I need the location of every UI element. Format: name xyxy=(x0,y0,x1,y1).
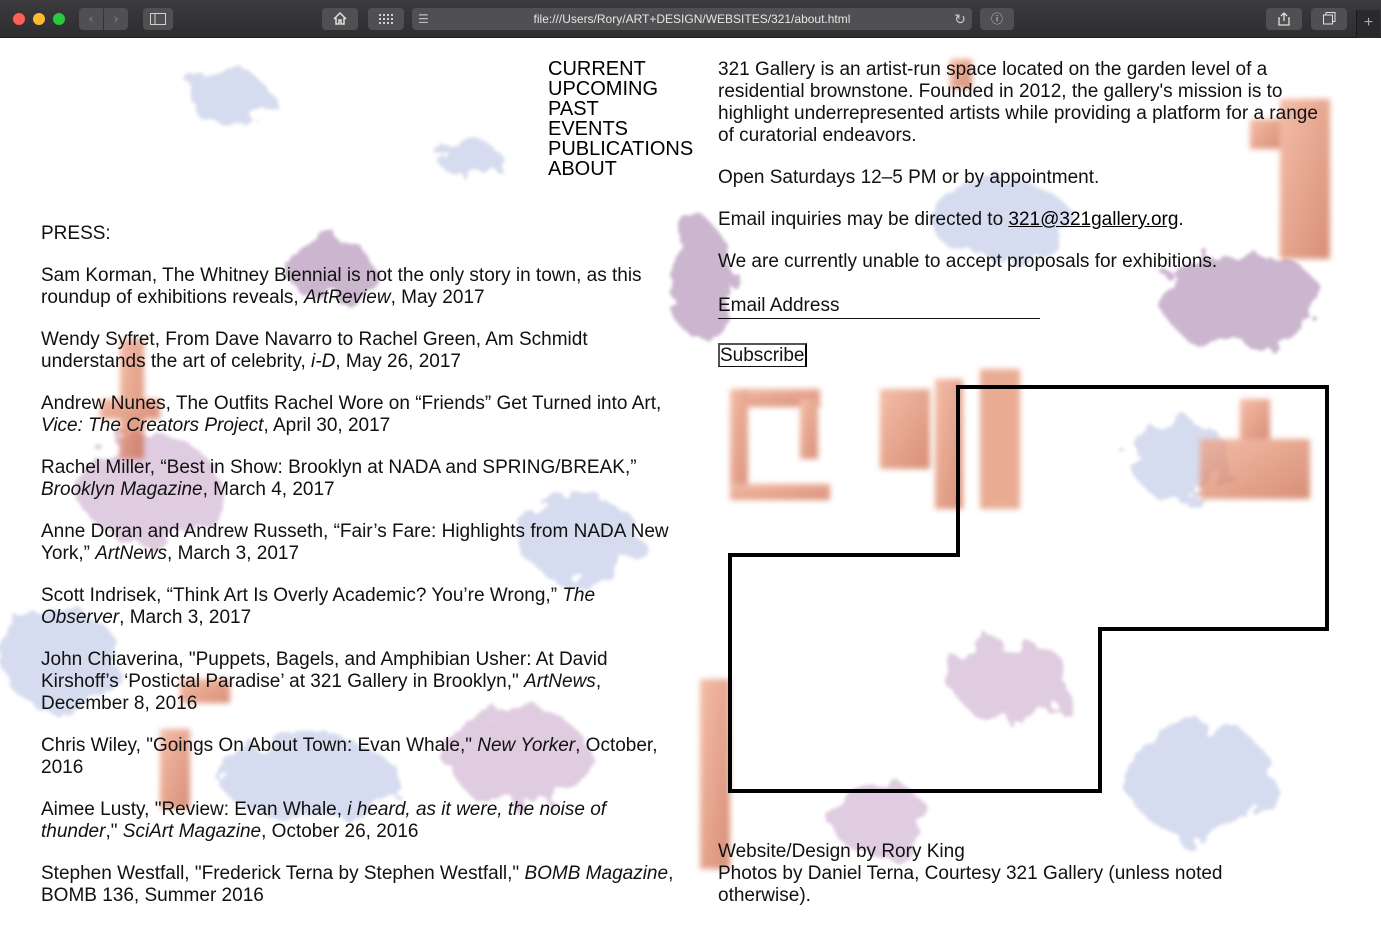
press-item[interactable]: Sam Korman, The Whitney Biennial is not … xyxy=(41,265,681,309)
press-item-text: Scott Indrisek, “Think Art Is Overly Aca… xyxy=(41,585,563,606)
home-icon xyxy=(333,11,347,25)
press-item-publication: ArtNews xyxy=(524,671,596,692)
photo-credit: Photos by Daniel Terna, Courtesy 321 Gal… xyxy=(718,863,1223,906)
press-item-text: Stephen Westfall, "Frederick Terna by St… xyxy=(41,863,525,884)
press-item[interactable]: Scott Indrisek, “Think Art Is Overly Aca… xyxy=(41,585,681,629)
share-icon xyxy=(1278,12,1290,26)
press-item-text: ," xyxy=(105,821,123,842)
press-item-publication: ArtReview xyxy=(304,287,391,308)
proposals-notice: We are currently unable to accept propos… xyxy=(718,251,1218,272)
press-item-date: , May 26, 2017 xyxy=(335,351,462,372)
nav-link-events[interactable]: EVENTS xyxy=(548,119,693,139)
address-bar[interactable]: ☰ file:///Users/Rory/ART+DESIGN/WEBSITES… xyxy=(412,8,972,30)
press-item[interactable]: Chris Wiley, "Goings On About Town: Evan… xyxy=(41,735,681,779)
share-button[interactable] xyxy=(1266,8,1302,30)
newsletter-form xyxy=(718,295,1040,319)
press-item[interactable]: Andrew Nunes, The Outfits Rachel Wore on… xyxy=(41,393,681,437)
press-item-date: , March 3, 2017 xyxy=(167,543,300,564)
press-item-date: , March 4, 2017 xyxy=(202,479,335,500)
email-inquiries: Email inquiries may be directed to 321@3… xyxy=(718,209,1328,231)
press-item-date: , March 3, 2017 xyxy=(119,607,252,628)
page-content: CURRENT UPCOMING PAST EVENTS PUBLICATION… xyxy=(0,39,1381,926)
nav-link-past[interactable]: PAST xyxy=(548,99,693,119)
forward-button[interactable]: › xyxy=(104,8,128,30)
show-tabs-button[interactable] xyxy=(1311,8,1347,30)
press-item-text: Chris Wiley, "Goings On About Town: Evan… xyxy=(41,735,478,756)
chevron-left-icon: ‹ xyxy=(88,12,94,26)
subscribe-button[interactable]: Subscribe xyxy=(718,343,807,367)
press-item-publication: BOMB Magazine xyxy=(524,863,669,884)
nav-link-about[interactable]: ABOUT xyxy=(548,159,693,179)
press-item-publication: Vice: The Creators Project xyxy=(41,415,264,436)
info-button[interactable]: ⓘ xyxy=(980,8,1014,30)
zoom-window-button[interactable] xyxy=(53,13,65,25)
sidebar-icon xyxy=(150,13,166,25)
press-item-publication: ArtNews xyxy=(95,543,168,564)
url-text: file:///Users/Rory/ART+DESIGN/WEBSITES/3… xyxy=(533,12,851,26)
press-item-publication: i-D xyxy=(311,351,336,372)
press-item-date: , May 2017 xyxy=(390,287,485,308)
minimize-window-button[interactable] xyxy=(33,13,45,25)
press-item-date: , October 26, 2016 xyxy=(261,821,419,842)
press-item[interactable]: Stephen Westfall, "Frederick Terna by St… xyxy=(41,863,681,907)
press-item-text: Andrew Nunes, The Outfits Rachel Wore on… xyxy=(41,393,662,414)
about-intro: 321 Gallery is an artist-run space locat… xyxy=(718,59,1318,146)
reload-icon[interactable]: ↻ xyxy=(954,8,966,30)
browser-toolbar: ‹ › ☰ file:///Users/Rory/ART+DESIGN/WEBS… xyxy=(0,0,1381,38)
press-item[interactable]: Aimee Lusty, "Review: Evan Whale, i hear… xyxy=(41,799,681,843)
press-item-publication: Brooklyn Magazine xyxy=(41,479,203,500)
press-section: PRESS: Sam Korman, The Whitney Biennial … xyxy=(41,223,681,926)
grid-icon xyxy=(379,14,393,24)
opening-hours: Open Saturdays 12–5 PM or by appointment… xyxy=(718,167,1100,188)
nav-link-publications[interactable]: PUBLICATIONS xyxy=(548,139,693,159)
press-item-publication: New Yorker xyxy=(477,735,576,756)
press-item[interactable]: Rachel Miller, “Best in Show: Brooklyn a… xyxy=(41,457,681,501)
email-inquiries-text: Email inquiries may be directed to xyxy=(718,209,1009,230)
top-sites-button[interactable] xyxy=(368,8,404,30)
email-link[interactable]: 321@321gallery.org xyxy=(1008,209,1178,230)
press-heading: PRESS: xyxy=(41,223,111,244)
site-credits: Website/Design by Rory King Photos by Da… xyxy=(718,841,1318,907)
about-section: 321 Gallery is an artist-run space locat… xyxy=(718,59,1328,293)
design-credit: Website/Design by Rory King xyxy=(718,841,965,862)
nav-link-upcoming[interactable]: UPCOMING xyxy=(548,79,693,99)
close-window-button[interactable] xyxy=(13,13,25,25)
sidebar-toggle-button[interactable] xyxy=(143,8,173,30)
email-inquiries-end: . xyxy=(1178,209,1184,230)
email-address-input[interactable] xyxy=(718,295,1040,317)
nav-link-current[interactable]: CURRENT xyxy=(548,59,693,79)
plus-icon: + xyxy=(1363,14,1374,31)
chevron-right-icon: › xyxy=(113,12,119,26)
press-item-text: John Chiaverina, "Puppets, Bagels, and A… xyxy=(41,649,608,692)
press-item-text: Aimee Lusty, "Review: Evan Whale, xyxy=(41,799,348,820)
press-item-text: Rachel Miller, “Best in Show: Brooklyn a… xyxy=(41,457,637,478)
new-tab-button[interactable]: + xyxy=(1356,10,1380,38)
back-button[interactable]: ‹ xyxy=(79,8,103,30)
tabs-icon xyxy=(1322,12,1335,25)
site-navigation: CURRENT UPCOMING PAST EVENTS PUBLICATION… xyxy=(548,59,693,179)
press-item[interactable]: Wendy Syfret, From Dave Navarro to Rache… xyxy=(41,329,681,373)
web-page: CURRENT UPCOMING PAST EVENTS PUBLICATION… xyxy=(0,39,1381,926)
press-item[interactable]: Anne Doran and Andrew Russeth, “Fair’s F… xyxy=(41,521,681,565)
info-icon: ⓘ xyxy=(990,12,1003,26)
home-button[interactable] xyxy=(322,8,358,30)
press-item-publication: SciArt Magazine xyxy=(122,821,262,842)
press-item[interactable]: John Chiaverina, "Puppets, Bagels, and A… xyxy=(41,649,681,715)
reader-view-icon[interactable]: ☰ xyxy=(418,8,429,30)
press-item-date: , April 30, 2017 xyxy=(263,415,391,436)
